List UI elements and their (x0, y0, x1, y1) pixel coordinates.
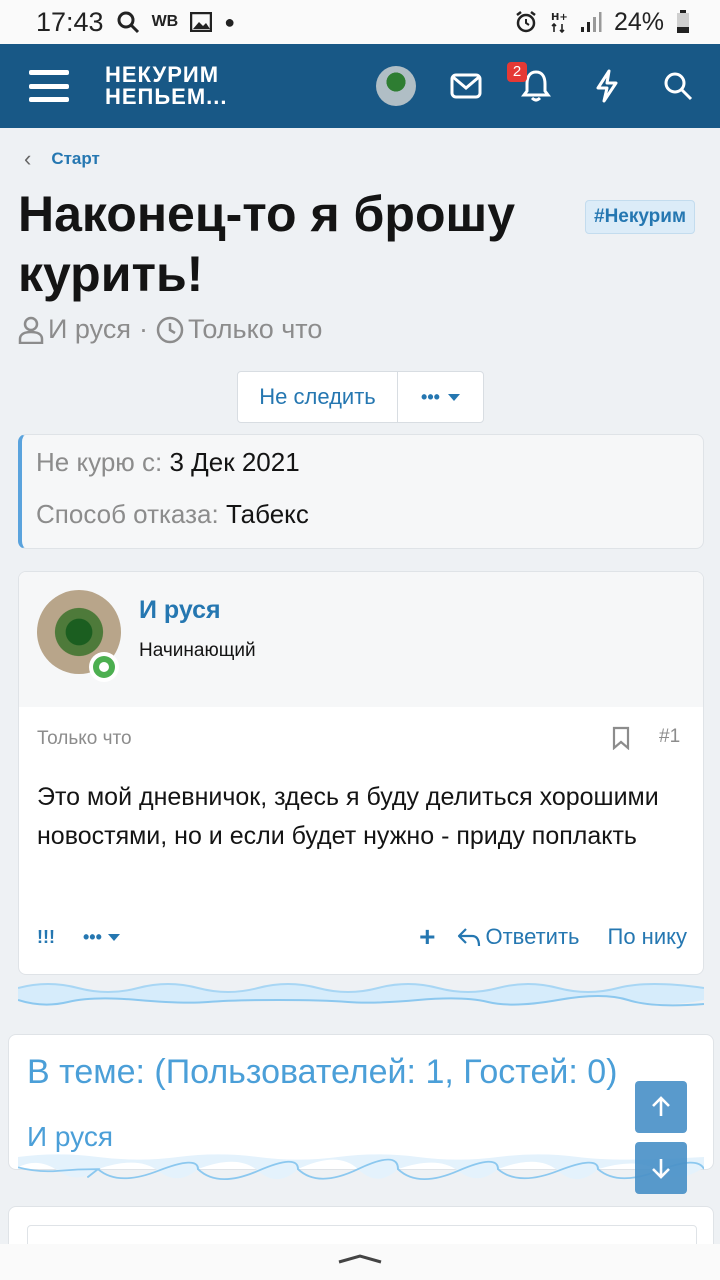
clock-icon (156, 316, 184, 343)
status-time: 17:43 (36, 6, 104, 37)
user-icon (18, 316, 44, 344)
report-button[interactable]: !!! (37, 927, 55, 948)
post-time[interactable]: Только что (37, 728, 132, 750)
reply-button[interactable]: Ответить (457, 924, 580, 950)
online-status-icon (89, 652, 119, 682)
battery-percent: 24% (613, 7, 664, 36)
field-value: Табекс (225, 499, 309, 529)
field-label: Не курю с: (36, 447, 163, 477)
unfollow-button[interactable]: Не следить (238, 372, 398, 422)
image-icon (190, 12, 213, 32)
field-quit-method: Способ отказа: Табекс (36, 501, 689, 527)
alarm-icon (516, 11, 536, 33)
meta-separator: · (138, 314, 148, 344)
menu-icon[interactable] (29, 70, 69, 102)
breadcrumb-start[interactable]: Старт (51, 149, 100, 169)
decorative-wave (18, 1154, 704, 1180)
logo-line-2: НЕПЬЕМ... (105, 84, 228, 109)
online-users-title: В теме: (Пользователей: 1, Гостей: 0) (27, 1053, 618, 1091)
more-dots: ••• (82, 926, 102, 947)
by-nick-button[interactable]: По нику (608, 924, 687, 950)
thread-actions: Не следить ••• (237, 371, 484, 423)
thread-tag[interactable]: #Некурим (585, 200, 696, 234)
notification-badge: 2 (507, 62, 527, 82)
signal-icon (580, 12, 602, 32)
data-icon: H+ (551, 12, 568, 34)
post-number[interactable]: #1 (659, 726, 680, 748)
reply-icon (458, 928, 481, 947)
chevron-left-icon: ‹ (24, 146, 32, 171)
reply-label: Ответить (485, 924, 580, 949)
more-dots: ••• (421, 386, 440, 407)
wb-label: WB (151, 13, 179, 30)
post-more-button[interactable]: ••• (83, 927, 120, 948)
caret-down-icon (447, 393, 460, 401)
post-user-block: И руся Начинающий (19, 572, 703, 707)
arrow-down-icon (652, 1159, 670, 1179)
battery-icon (677, 10, 689, 33)
logo-line-1: НЕКУРИМ (105, 62, 220, 87)
search-icon (117, 11, 139, 34)
svg-text:H+: H+ (551, 12, 568, 23)
arrow-up-icon (652, 1096, 670, 1116)
bookmark-icon[interactable] (611, 726, 631, 750)
breadcrumb[interactable]: ‹ Старт (24, 146, 100, 172)
user-title: Начинающий (139, 640, 256, 661)
thread-time[interactable]: Только что (188, 314, 322, 345)
mail-icon[interactable] (444, 64, 488, 108)
scroll-bottom-button[interactable] (635, 1142, 687, 1194)
field-value: 3 Дек 2021 (169, 447, 300, 477)
avatar[interactable] (376, 66, 416, 106)
notification-dot: ● (224, 11, 236, 32)
post-body: Это мой дневничок, здесь я буду делиться… (37, 783, 659, 850)
search-icon[interactable] (656, 64, 700, 108)
field-quit-date: Не курю с: 3 Дек 2021 (36, 449, 689, 475)
thread-fields: Не курю с: 3 Дек 2021 Способ отказа: Таб… (18, 434, 704, 549)
page-title: Наконец-то я брошу курить! (18, 186, 515, 302)
scroll-top-button[interactable] (635, 1081, 687, 1133)
thread-more-button[interactable]: ••• (398, 372, 483, 422)
status-bar: 17:43 WB ● H+ 24% (0, 0, 720, 44)
field-label: Способ отказа: (36, 499, 219, 529)
thread-meta: И руся · Только что (18, 314, 322, 345)
post: И руся Начинающий Только что #1 Это мой … (18, 571, 704, 975)
online-user[interactable]: И руся (27, 1121, 113, 1153)
caret-down-icon (107, 933, 120, 941)
site-logo[interactable]: НЕКУРИМ НЕПЬЕМ... (105, 64, 228, 108)
decorative-wave (18, 983, 704, 1007)
system-nav-bar (0, 1244, 720, 1280)
post-username[interactable]: И руся (139, 596, 221, 625)
multiquote-button[interactable]: + (419, 921, 435, 953)
thread-author[interactable]: И руся (48, 314, 131, 345)
bolt-icon[interactable] (585, 64, 629, 108)
site-header: НЕКУРИМ НЕПЬЕМ... 2 (0, 44, 720, 128)
chevron-up-icon[interactable] (335, 1244, 385, 1264)
post-actions: !!! ••• + Ответить По нику (37, 921, 687, 953)
